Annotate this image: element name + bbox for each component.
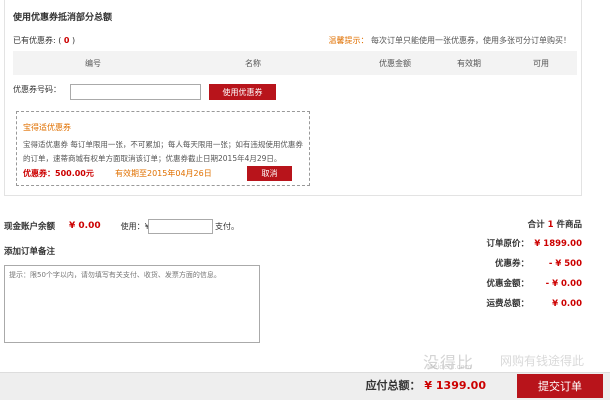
summary-discount-label: 优惠金额： <box>486 279 530 289</box>
summary-original-price: 订单原价： ¥ 1899.00 <box>487 237 582 249</box>
cash-balance-row: 现金账户余额 ¥ 0.00 使用：¥ <box>4 220 150 232</box>
coupon-card-description: 宝得适优惠券 每订单限用一张，不可累加；每人每天限用一张；如有违规使用优惠券的订… <box>23 140 303 163</box>
payable-total-label: 应付总额： <box>365 379 421 392</box>
summary-total-prefix: 合计 <box>527 220 545 230</box>
summary-total-suffix: 件商品 <box>556 220 582 230</box>
watermark-slogan: 网购有钱途得此 <box>500 354 585 368</box>
summary-total-count: 1 <box>547 220 554 230</box>
summary-item-count: 合计 1 件商品 <box>528 218 582 230</box>
coupon-code-label: 优惠券号码： <box>13 85 61 94</box>
column-header-name: 名称 <box>245 58 261 68</box>
summary-coupon-value: - ¥ 500 <box>548 259 582 269</box>
summary-shipping-value: ¥ 0.00 <box>552 299 582 309</box>
coupon-card-value: 优惠券：500.00元 <box>23 169 94 178</box>
order-remark-title: 添加订单备注 <box>4 247 56 257</box>
summary-shipping-label: 运费总额： <box>486 299 530 309</box>
payable-total-value: ¥ 1399.00 <box>424 379 486 392</box>
summary-discount-value: - ¥ 0.00 <box>545 279 582 289</box>
submit-order-button[interactable]: 提交订单 <box>517 374 603 398</box>
summary-discount: 优惠金额： - ¥ 0.00 <box>487 277 582 289</box>
coupon-card-validity: 有效期至2015年04月26日 <box>115 169 212 178</box>
coupon-section-title: 使用优惠券抵消部分总额 <box>13 13 113 23</box>
coupon-count-label: 已有优惠券: ( <box>13 36 62 45</box>
column-header-available: 可用 <box>533 58 549 68</box>
cancel-coupon-button[interactable]: 取消 <box>247 166 292 181</box>
summary-original-label: 订单原价： <box>486 239 530 249</box>
summary-original-value: ¥ 1899.00 <box>534 239 582 249</box>
column-header-code: 编号 <box>85 58 101 68</box>
cash-pay-suffix: 支付。 <box>215 222 239 231</box>
cash-amount-input[interactable] <box>148 219 213 234</box>
cash-use-label: 使用：¥ <box>120 221 150 231</box>
column-header-validity: 有效期 <box>457 58 481 68</box>
coupon-section: 使用优惠券抵消部分总额 已有优惠券: ( 0 ) 温馨提示： 每次订单只能使用一… <box>4 0 582 196</box>
coupon-code-input[interactable] <box>70 84 201 100</box>
coupon-count-value: 0 <box>63 36 70 45</box>
coupon-count-close: ) <box>72 36 76 45</box>
cash-balance-value: ¥ 0.00 <box>69 221 101 231</box>
coupon-card: 宝得适优惠券 宝得适优惠券 每订单限用一张，不可累加；每人每天限用一张；如有违规… <box>16 111 310 186</box>
column-header-amount: 优惠金额 <box>379 58 411 68</box>
summary-coupon: 优惠券： - ¥ 500 <box>495 257 582 269</box>
summary-coupon-label: 优惠券： <box>495 259 530 269</box>
cash-balance-label: 现金账户余额 <box>4 222 56 232</box>
order-remark-input[interactable] <box>4 265 260 343</box>
coupon-count: 已有优惠券: ( 0 ) <box>13 35 75 46</box>
tip-label: 温馨提示： <box>328 36 369 45</box>
coupon-tip: 温馨提示： 每次订单只能使用一张优惠券，使用多张可分订单购买！ <box>328 35 571 46</box>
coupon-card-name: 宝得适优惠券 <box>23 123 71 132</box>
watermark-sub: Meidebi.com <box>427 363 472 371</box>
watermark: 没得比 Meidebi.com <box>423 349 474 373</box>
use-coupon-button[interactable]: 使用优惠券 <box>209 84 276 100</box>
tip-text: 每次订单只能使用一张优惠券，使用多张可分订单购买！ <box>371 36 571 45</box>
summary-shipping: 运费总额： ¥ 0.00 <box>487 297 582 309</box>
payable-total: 应付总额： ¥ 1399.00 <box>366 377 486 393</box>
coupon-table-header: 编号 名称 优惠金额 有效期 可用 <box>13 51 577 75</box>
